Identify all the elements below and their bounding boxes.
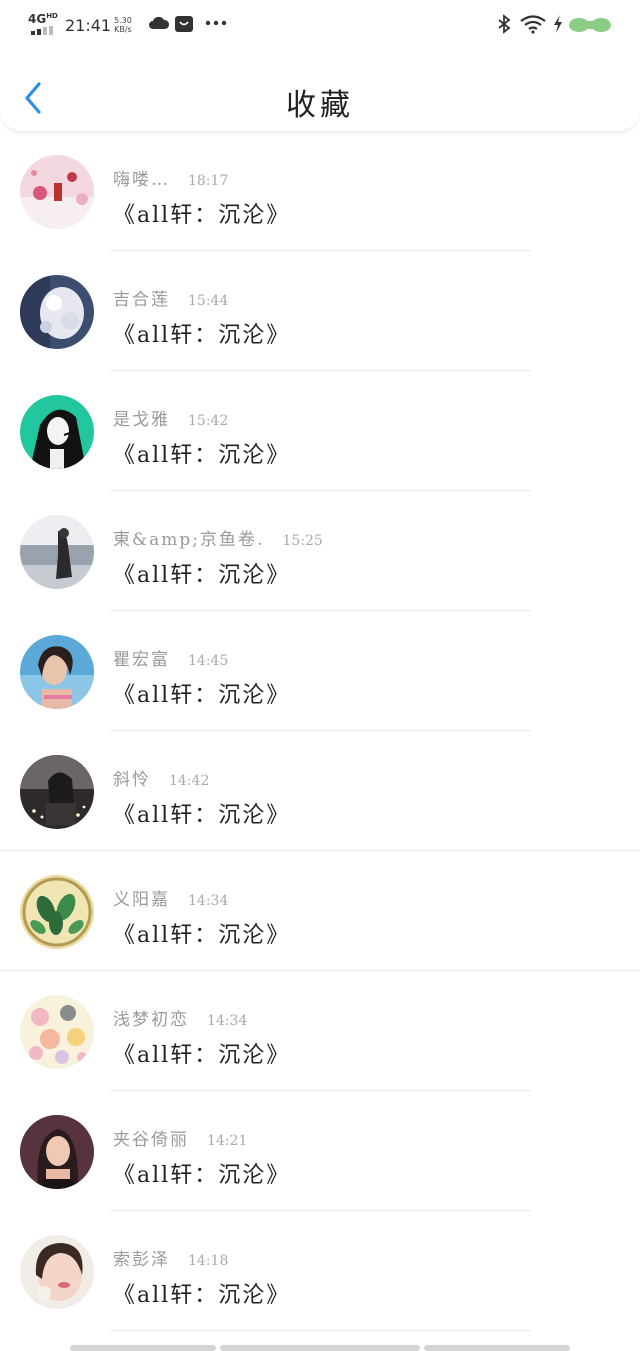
item-title: 《all轩：沉沦》 (113, 803, 291, 828)
list-item[interactable]: 嗨喽… 18:17 《all轩：沉沦》 (0, 131, 640, 251)
clock: 21:41 (65, 16, 112, 35)
cloud-icon (149, 16, 170, 29)
charging-icon (554, 15, 562, 33)
list-item[interactable]: 吉合莲 15:44 《all轩：沉沦》 (0, 251, 640, 371)
timestamp: 14:34 (188, 893, 229, 909)
item-title: 《all轩：沉沦》 (113, 443, 291, 468)
avatar (20, 995, 94, 1069)
avatar (20, 275, 94, 349)
list-item[interactable]: 是戈雅 15:42 《all轩：沉沦》 (0, 371, 640, 491)
timestamp: 15:44 (188, 293, 229, 309)
timestamp: 14:18 (188, 1253, 229, 1269)
status-bar: 4GHD 21:41 5.30 KB/s (0, 0, 640, 50)
avatar (20, 875, 94, 949)
network-speed: 5.30 KB/s (114, 16, 132, 34)
timestamp: 14:21 (207, 1133, 248, 1149)
list-item[interactable]: 瞿宏富 14:45 《all轩：沉沦》 (0, 611, 640, 731)
battery-icon (569, 18, 611, 32)
signal-icon (31, 26, 57, 35)
timestamp: 18:17 (188, 173, 229, 189)
mail-bag-icon (175, 16, 193, 32)
timestamp: 14:42 (169, 773, 210, 789)
user-name: 浅梦初恋 (113, 1010, 189, 1030)
network-indicator: 4GHD (28, 12, 58, 26)
user-name: 夹谷倚丽 (113, 1130, 189, 1150)
item-title: 《all轩：沉沦》 (113, 1283, 291, 1308)
item-title: 《all轩：沉沦》 (113, 683, 291, 708)
timestamp: 14:45 (188, 653, 229, 669)
avatar (20, 395, 94, 469)
bottom-nav-indicator (70, 1345, 570, 1351)
item-title: 《all轩：沉沦》 (113, 1043, 291, 1068)
timestamp: 14:34 (207, 1013, 248, 1029)
page-title: 收藏 (286, 88, 354, 123)
avatar (20, 1235, 94, 1309)
avatar (20, 755, 94, 829)
list-item[interactable]: 浅梦初恋 14:34 《all轩：沉沦》 (0, 971, 640, 1091)
user-name: 义阳嘉 (113, 890, 170, 910)
avatar (20, 635, 94, 709)
more-dots-icon (205, 20, 227, 26)
user-name: 東&amp;京鱼卷. (113, 530, 265, 550)
favorites-list: 嗨喽… 18:17 《all轩：沉沦》 吉合莲 15:44 《all轩：沉沦》 是戈… (0, 131, 640, 1331)
list-item[interactable]: 斜怜 14:42 《all轩：沉沦》 (0, 731, 640, 851)
list-item[interactable]: 索彭泽 14:18 《all轩：沉沦》 (0, 1211, 640, 1331)
wifi-icon (520, 15, 546, 34)
avatar (20, 1115, 94, 1189)
user-name: 吉合莲 (113, 290, 170, 310)
user-name: 瞿宏富 (113, 650, 170, 670)
bluetooth-icon (498, 14, 511, 34)
timestamp: 15:42 (188, 413, 229, 429)
item-title: 《all轩：沉沦》 (113, 323, 291, 348)
user-name: 是戈雅 (113, 410, 170, 430)
list-item[interactable]: 夹谷倚丽 14:21 《all轩：沉沦》 (0, 1091, 640, 1211)
user-name: 嗨喽… (113, 170, 170, 190)
user-name: 索彭泽 (113, 1250, 170, 1270)
divider (110, 1330, 532, 1331)
item-title: 《all轩：沉沦》 (113, 203, 291, 228)
avatar (20, 155, 94, 229)
timestamp: 15:25 (282, 533, 323, 549)
user-name: 斜怜 (113, 770, 151, 790)
item-title: 《all轩：沉沦》 (113, 923, 291, 948)
avatar (20, 515, 94, 589)
navigation-header: 收藏 (0, 50, 640, 132)
list-item[interactable]: 東&amp;京鱼卷. 15:25 《all轩：沉沦》 (0, 491, 640, 611)
item-title: 《all轩：沉沦》 (113, 563, 291, 588)
item-title: 《all轩：沉沦》 (113, 1163, 291, 1188)
list-item[interactable]: 义阳嘉 14:34 《all轩：沉沦》 (0, 851, 640, 971)
